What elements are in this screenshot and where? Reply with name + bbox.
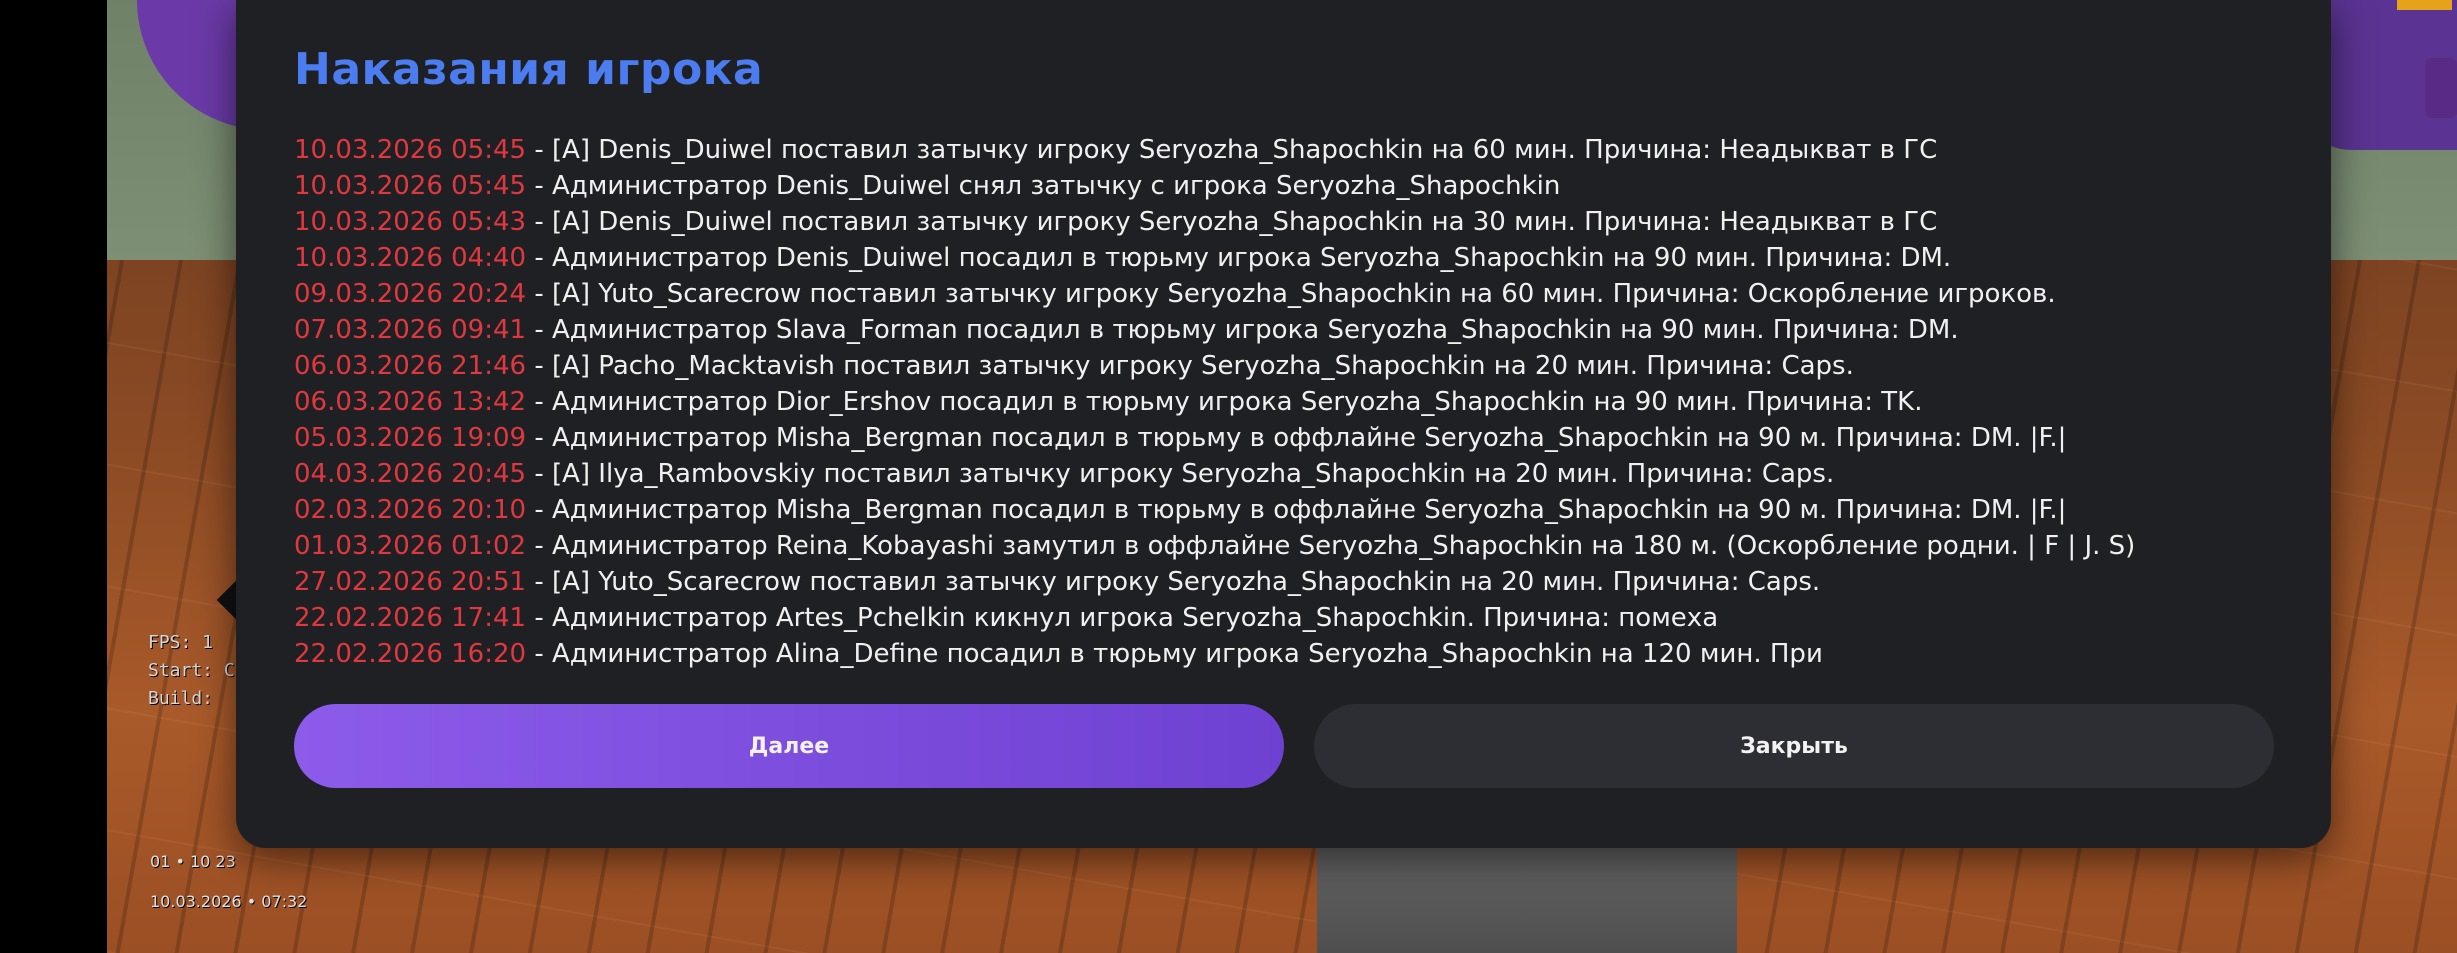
log-entry-text: - Администратор Dior_Ershov посадил в тю…	[526, 387, 1923, 417]
log-entry: 10.03.2026 05:45 - [A] Denis_Duiwel пост…	[294, 132, 2314, 168]
log-entry-text: - [A] Denis_Duiwel поставил затычку игро…	[526, 207, 1938, 237]
log-entry: 10.03.2026 05:43 - [A] Denis_Duiwel пост…	[294, 204, 2314, 240]
log-entry-date: 06.03.2026 21:46	[294, 351, 527, 381]
log-entry: 01.03.2026 01:02 - Администратор Reina_K…	[294, 528, 2314, 564]
punishments-dialog: Наказания игрока 10.03.2026 05:45 - [A] …	[236, 0, 2331, 848]
dialog-title: Наказания игрока	[294, 44, 764, 95]
next-button[interactable]: Далее	[294, 704, 1284, 788]
log-entry: 02.03.2026 20:10 - Администратор Misha_B…	[294, 492, 2314, 528]
orange-indicator	[2397, 0, 2452, 10]
log-entry: 06.03.2026 13:42 - Администратор Dior_Er…	[294, 384, 2314, 420]
punishment-log: 10.03.2026 05:45 - [A] Denis_Duiwel пост…	[294, 132, 2314, 672]
log-entry-date: 10.03.2026 05:43	[294, 207, 527, 237]
log-entry-text: - [A] Ilya_Rambovskiy поставил затычку и…	[526, 459, 1835, 489]
close-button[interactable]: Закрыть	[1314, 704, 2274, 788]
log-entry: 05.03.2026 19:09 - Администратор Misha_B…	[294, 420, 2314, 456]
hud-start: Start: C	[148, 660, 235, 681]
log-entry-date: 04.03.2026 20:45	[294, 459, 527, 489]
log-entry-date: 09.03.2026 20:24	[294, 279, 527, 309]
hud-build: Build:	[148, 688, 214, 709]
log-entry-text: - [A] Denis_Duiwel поставил затычку игро…	[526, 135, 1938, 165]
log-entry-date: 10.03.2026 05:45	[294, 171, 527, 201]
log-entry-text: - [A] Yuto_Scarecrow поставил затычку иг…	[526, 279, 2056, 309]
log-entry-text: - Администратор Misha_Bergman посадил в …	[526, 423, 2067, 453]
log-entry: 06.03.2026 21:46 - [A] Pacho_Macktavish …	[294, 348, 2314, 384]
log-entry-text: - Администратор Misha_Bergman посадил в …	[526, 495, 2067, 525]
log-entry-text: - [A] Pacho_Macktavish поставил затычку …	[526, 351, 1854, 381]
hand-icon	[2425, 58, 2457, 118]
log-entry-text: - Администратор Artes_Pchelkin кикнул иг…	[526, 603, 1719, 633]
log-entry-date: 22.02.2026 16:20	[294, 639, 527, 669]
hud-clock: 01 • 10 23	[150, 852, 236, 871]
log-entry: 22.02.2026 17:41 - Администратор Artes_P…	[294, 600, 2314, 636]
log-entry-date: 01.03.2026 01:02	[294, 531, 527, 561]
log-entry-date: 10.03.2026 04:40	[294, 243, 527, 273]
hud-fps: FPS: 1	[148, 632, 214, 653]
log-entry-date: 22.02.2026 17:41	[294, 603, 527, 633]
log-entry: 10.03.2026 04:40 - Администратор Denis_D…	[294, 240, 2314, 276]
log-entry-text: - Администратор Denis_Duiwel снял затычк…	[526, 171, 1561, 201]
log-entry-date: 05.03.2026 19:09	[294, 423, 527, 453]
log-entry-text: - Администратор Reina_Kobayashi замутил …	[526, 531, 2136, 561]
hud-datetime: 10.03.2026 • 07:32	[150, 892, 308, 911]
log-entry-text: - Администратор Denis_Duiwel посадил в т…	[526, 243, 1952, 273]
log-entry: 07.03.2026 09:41 - Администратор Slava_F…	[294, 312, 2314, 348]
log-entry-text: - Администратор Alina_Define посадил в т…	[526, 639, 1823, 669]
log-entry-text: - Администратор Slava_Forman посадил в т…	[526, 315, 1959, 345]
log-entry: 04.03.2026 20:45 - [A] Ilya_Rambovskiy п…	[294, 456, 2314, 492]
log-entry: 10.03.2026 05:45 - Администратор Denis_D…	[294, 168, 2314, 204]
log-entry-date: 07.03.2026 09:41	[294, 315, 527, 345]
letterbox-bar	[0, 0, 107, 953]
log-entry-date: 02.03.2026 20:10	[294, 495, 527, 525]
log-entry-date: 06.03.2026 13:42	[294, 387, 527, 417]
log-entry-text: - [A] Yuto_Scarecrow поставил затычку иг…	[526, 567, 1821, 597]
log-entry: 09.03.2026 20:24 - [A] Yuto_Scarecrow по…	[294, 276, 2314, 312]
log-entry: 27.02.2026 20:51 - [A] Yuto_Scarecrow по…	[294, 564, 2314, 600]
log-entry: 22.02.2026 16:20 - Администратор Alina_D…	[294, 636, 2314, 672]
log-entry-date: 27.02.2026 20:51	[294, 567, 527, 597]
log-entry-date: 10.03.2026 05:45	[294, 135, 527, 165]
